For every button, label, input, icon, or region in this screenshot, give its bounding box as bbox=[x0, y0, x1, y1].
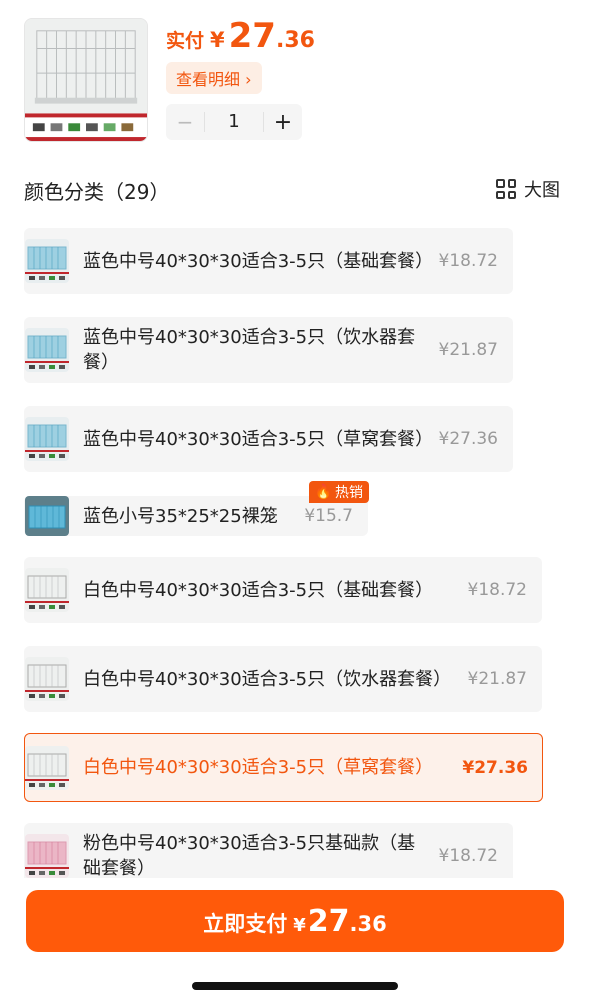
product-image[interactable] bbox=[24, 18, 148, 142]
large-view-label: 大图 bbox=[524, 180, 560, 201]
sku-price: ¥21.87 bbox=[438, 340, 498, 360]
grid-icon bbox=[496, 179, 516, 199]
sku-price: ¥27.36 bbox=[438, 429, 498, 449]
sku-price: ¥18.72 bbox=[467, 580, 527, 600]
sku-thumbnail bbox=[25, 239, 69, 283]
sku-option[interactable]: 蓝色小号35*25*25裸笼 ¥15.7 🔥 热销 bbox=[24, 481, 369, 536]
sku-option[interactable]: 蓝色中号40*30*30适合3-5只（饮水器套餐） ¥21.87 bbox=[24, 317, 513, 383]
actual-price: 实付 ¥ 27 .36 bbox=[166, 16, 315, 56]
sku-name: 白色中号40*30*30适合3-5只（草窝套餐） bbox=[83, 757, 434, 778]
sku-name: 白色中号40*30*30适合3-5只（基础套餐） bbox=[83, 579, 434, 601]
sku-name: 蓝色小号35*25*25裸笼 bbox=[83, 505, 278, 527]
sku-option-selected[interactable]: 白色中号40*30*30适合3-5只（草窝套餐） ¥27.36 bbox=[24, 733, 543, 802]
fire-icon: 🔥 bbox=[314, 484, 332, 500]
sku-option[interactable]: 蓝色中号40*30*30适合3-5只（基础套餐） ¥18.72 bbox=[24, 228, 513, 294]
sku-thumbnail bbox=[25, 657, 69, 701]
hot-badge-label: 热销 bbox=[335, 485, 363, 501]
pay-price-decimal: .36 bbox=[349, 912, 387, 936]
sku-price: ¥18.72 bbox=[438, 251, 498, 271]
sku-price: ¥18.72 bbox=[438, 846, 498, 866]
increase-button[interactable]: + bbox=[264, 110, 302, 135]
sku-name: 白色中号40*30*30适合3-5只（饮水器套餐） bbox=[83, 668, 452, 690]
sku-name: 蓝色中号40*30*30适合3-5只（基础套餐） bbox=[83, 250, 434, 272]
sku-price: ¥27.36 bbox=[462, 757, 528, 778]
quantity-input[interactable]: 1 bbox=[204, 112, 264, 132]
section-title: 颜色分类（29） bbox=[24, 180, 170, 204]
sku-price: ¥15.7 bbox=[304, 506, 353, 526]
price-integer: 27 bbox=[228, 16, 276, 56]
quantity-stepper: − 1 + bbox=[166, 104, 302, 140]
price-currency: ¥ bbox=[210, 28, 225, 52]
sku-name: 蓝色中号40*30*30适合3-5只（草窝套餐） bbox=[83, 428, 434, 450]
large-view-toggle[interactable]: 大图 bbox=[496, 176, 560, 202]
sku-thumbnail bbox=[25, 745, 69, 790]
pay-label: 立即支付 bbox=[203, 912, 288, 936]
sku-list: 蓝色中号40*30*30适合3-5只（基础套餐） ¥18.72 蓝色中号40*3… bbox=[24, 226, 564, 878]
sku-thumbnail bbox=[25, 496, 69, 536]
sku-option[interactable]: 蓝色中号40*30*30适合3-5只（草窝套餐） ¥27.36 bbox=[24, 406, 513, 472]
view-details-label: 查看明细 › bbox=[176, 70, 252, 89]
sku-price: ¥21.87 bbox=[467, 669, 527, 689]
sku-name: 蓝色中号40*30*30适合3-5只（饮水器套餐） bbox=[83, 327, 416, 373]
view-details-button[interactable]: 查看明细 › bbox=[166, 62, 262, 94]
sku-option[interactable]: 粉色中号40*30*30适合3-5只基础款（基础套餐） ¥18.72 bbox=[24, 823, 513, 878]
hot-badge: 🔥 热销 bbox=[308, 481, 369, 503]
pay-currency: ¥ bbox=[293, 915, 306, 936]
sku-thumbnail bbox=[25, 568, 69, 612]
sku-option[interactable]: 白色中号40*30*30适合3-5只（基础套餐） ¥18.72 bbox=[24, 557, 542, 623]
pay-now-button[interactable]: 立即支付 ¥ 27 .36 bbox=[26, 890, 564, 952]
price-decimal: .36 bbox=[275, 28, 315, 53]
sku-thumbnail bbox=[25, 328, 69, 372]
sku-option[interactable]: 白色中号40*30*30适合3-5只（饮水器套餐） ¥21.87 bbox=[24, 646, 542, 712]
sku-thumbnail bbox=[25, 834, 69, 878]
sku-name: 粉色中号40*30*30适合3-5只基础款（基础套餐） bbox=[83, 833, 416, 878]
decrease-button[interactable]: − bbox=[166, 110, 204, 134]
pay-price-integer: 27 bbox=[307, 904, 350, 939]
sku-thumbnail bbox=[25, 417, 69, 461]
home-indicator[interactable] bbox=[192, 982, 398, 990]
price-prefix: 实付 bbox=[166, 30, 205, 52]
